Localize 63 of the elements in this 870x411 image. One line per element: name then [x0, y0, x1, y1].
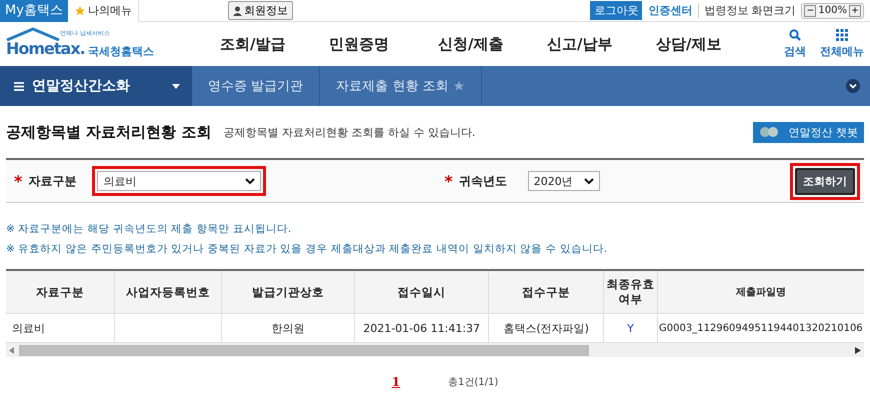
section-dropdown[interactable]: 연말정산간소화	[0, 66, 192, 106]
breadcrumb-item[interactable]: 자료제출 현황 조회	[320, 66, 482, 106]
column-header: 제출파일명	[734, 286, 787, 300]
select-field[interactable]: 2020년	[528, 171, 600, 191]
logo-text: Hometax.	[6, 39, 85, 58]
scroll-right-icon[interactable]	[855, 346, 861, 354]
menu-icon	[14, 82, 24, 90]
select-field[interactable]: 의료비	[97, 171, 262, 191]
chevron-down-icon[interactable]	[846, 79, 860, 93]
table-cell: 2021-01-06 11:41:37	[363, 322, 480, 334]
zoom-label: 화면크기	[751, 3, 796, 18]
star-icon	[453, 80, 466, 92]
table-cell: 홈택스(전자파일)	[503, 320, 589, 336]
table-cell: 한의원	[272, 320, 305, 336]
main-menu-item[interactable]: 민원증명	[329, 34, 438, 54]
zoom-in-button[interactable]: +	[849, 4, 861, 16]
column-header: 발급기관상호	[222, 271, 356, 313]
column-header: 접수구분	[489, 271, 604, 313]
page-title: 공제항목별 자료처리현황 조회	[6, 122, 212, 142]
main-menu-item[interactable]: 신고/납부	[547, 34, 656, 54]
zoom-value: 100%	[818, 5, 847, 16]
notice-text: ※ 자료구분에는 해당 귀속년도의 제출 항목만 표시됩니다.	[6, 222, 292, 237]
all-menu-button[interactable]: 전체메뉴	[820, 29, 864, 59]
required-mark: *	[14, 172, 22, 190]
search-submit-button[interactable]: 조회하기	[795, 168, 855, 194]
cert-center-link[interactable]: 인증센터	[648, 3, 692, 18]
my-hometax-tab[interactable]: My홈택스	[0, 0, 68, 22]
chatbot-button[interactable]: 연말정산 챗봇	[752, 122, 864, 142]
caret-icon	[584, 178, 594, 184]
logout-button[interactable]: 로그아웃	[590, 1, 642, 20]
table-cell: Y	[627, 322, 634, 334]
filter-label: 자료구분	[28, 172, 78, 190]
caret-icon	[172, 84, 180, 88]
logo-subtitle: 국세청홈택스	[88, 44, 154, 59]
column-header: 최종유효 여부	[604, 271, 658, 313]
star-icon	[74, 4, 86, 16]
search-button[interactable]: 검색	[784, 29, 806, 59]
table-cell: G0003_11296094951194401320210106	[659, 322, 863, 334]
person-icon	[233, 6, 242, 16]
page-subtitle: 공제항목별 자료처리현황 조회를 하실 수 있습니다.	[223, 124, 476, 140]
main-menu-item[interactable]: 조회/발급	[220, 34, 329, 54]
filter-label: 귀속년도	[458, 172, 508, 190]
caret-icon	[245, 178, 256, 184]
required-mark: *	[444, 172, 453, 190]
member-info-button[interactable]: 회원정보	[228, 1, 293, 20]
zoom-out-button[interactable]: −	[804, 4, 816, 16]
table-cell: 의료비	[12, 320, 45, 336]
column-header: 사업자등록번호	[115, 271, 222, 313]
chatbot-icon	[758, 126, 780, 138]
column-header: 자료구분	[6, 271, 116, 313]
law-info-link[interactable]: 법령정보	[698, 3, 748, 18]
notice-text: ※ 유효하지 않은 주민등록번호가 있거나 중복된 자료가 있을 경우 제출대상과 제출완료 내역이 일치하지 않을 수 있습니다.	[6, 242, 608, 257]
breadcrumb-item[interactable]: 영수증 발급기관	[192, 66, 320, 106]
column-header: 접수일시	[355, 271, 490, 313]
grid-icon	[836, 29, 848, 41]
main-menu-item[interactable]: 상담/제보	[656, 34, 765, 54]
search-icon	[789, 29, 801, 41]
total-count: 총1건(1/1)	[448, 376, 498, 389]
horizontal-scrollbar[interactable]	[6, 343, 864, 357]
main-menu-item[interactable]: 신청/제출	[438, 34, 547, 54]
page-link[interactable]: 1	[392, 375, 400, 389]
scroll-left-icon[interactable]	[9, 346, 15, 354]
my-menu-tab[interactable]: 나의메뉴	[68, 0, 139, 22]
